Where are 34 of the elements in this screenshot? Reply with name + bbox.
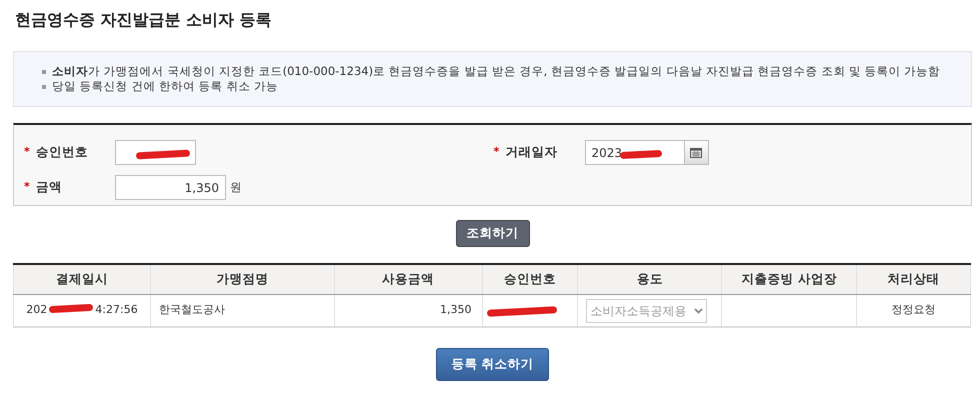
datetime-end: 4:27:56	[95, 303, 138, 316]
table-cell: 1,350	[334, 294, 482, 327]
column-header: 용도	[578, 264, 722, 295]
column-header: 가맹점명	[150, 264, 334, 295]
calendar-icon	[690, 147, 702, 158]
unit-label: 원	[230, 179, 242, 196]
date-field[interactable]: 2023	[584, 140, 684, 166]
datetime-start: 202	[26, 303, 48, 316]
search-button[interactable]: 조회하기	[456, 220, 530, 247]
required-mark: *	[24, 144, 31, 160]
bullet-icon	[42, 70, 46, 74]
chevron-down-icon	[694, 308, 704, 314]
field-label: 금액	[36, 178, 63, 196]
cancel-registration-button[interactable]: 등록 취소하기	[436, 348, 549, 381]
purpose-select: 소비자소득공제용	[586, 298, 708, 323]
column-header: 사용금액	[334, 264, 482, 295]
table-cell: 정정요청	[856, 294, 970, 327]
notice-text: 당일 등록신청 건에 한하여 등록 취소 가능	[52, 79, 278, 94]
required-mark: *	[24, 179, 31, 196]
field-label: 거래일자	[506, 143, 558, 162]
required-mark: *	[494, 144, 500, 160]
approval-number-field[interactable]	[115, 140, 196, 166]
bullet-icon	[42, 85, 46, 90]
column-header: 승인번호	[482, 264, 578, 295]
field-label: 승인번호	[36, 143, 89, 162]
column-header: 결제일시	[14, 264, 150, 295]
table-cell: 한국철도공사	[150, 294, 334, 327]
column-header: 지출증빙 사업장	[722, 264, 857, 295]
calendar-button[interactable]	[684, 140, 708, 166]
page-title: 현금영수증 자진발급분 소비자 등록	[15, 10, 273, 30]
redaction-mark	[49, 304, 94, 314]
notice-text: 소비자가 가맹점에서 국세청이 지정한 코드(010-000-1234)로 현금영수증을 발급 받은 경우, 현금영수증 발급일의 다음날 자진발급 현금영수증 조회 및 등록이 가능함	[52, 64, 940, 80]
column-header: 처리상태	[856, 264, 970, 295]
amount-field[interactable]: 1,350	[115, 175, 226, 200]
